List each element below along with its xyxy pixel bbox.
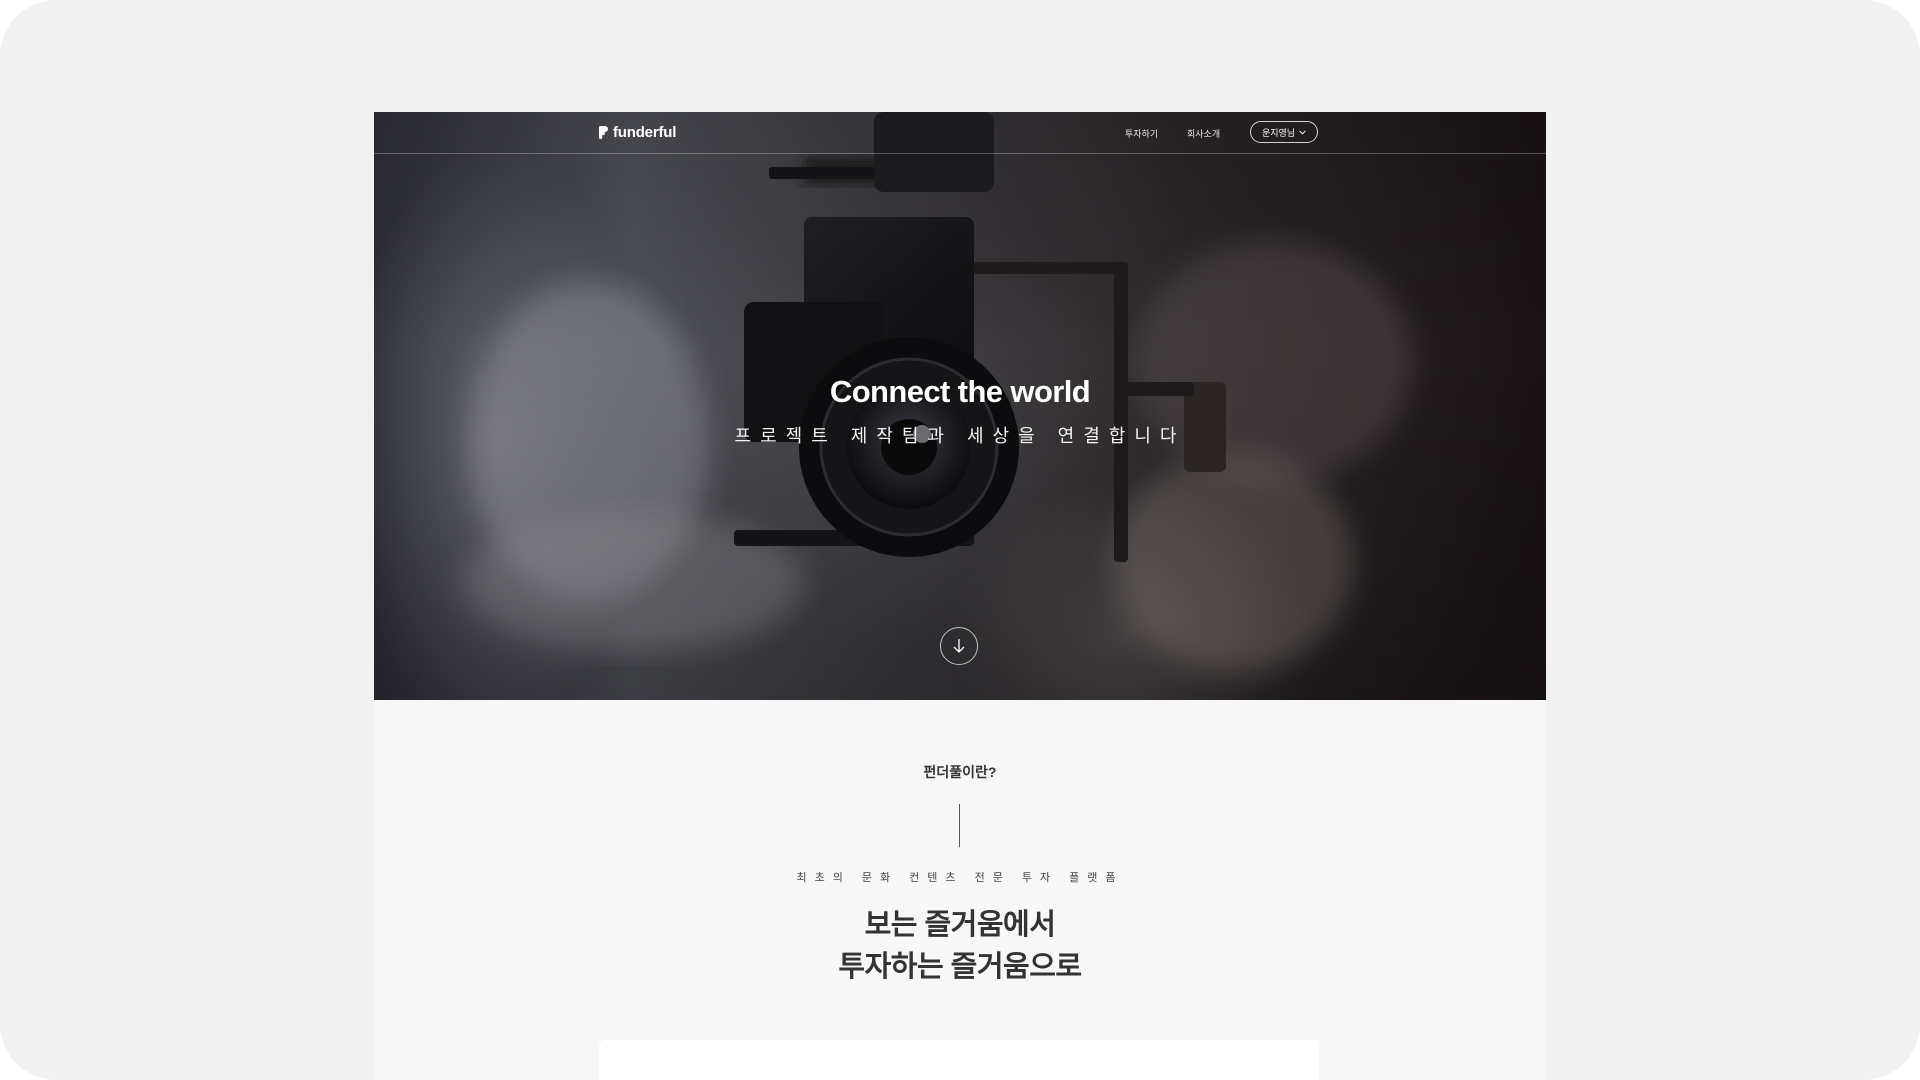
- window-frame: funderful 투자하기 회사소개 운지영님 Connect the wor…: [0, 0, 1920, 1080]
- top-navigation: funderful 투자하기 회사소개 운지영님: [374, 112, 1546, 154]
- intro-tagline: 최초의 문화 컨텐츠 전문 투자 플랫폼: [796, 872, 1124, 884]
- hero-title: Connect the world: [829, 374, 1091, 409]
- nav-link-invest[interactable]: 투자하기: [1125, 127, 1158, 140]
- user-menu-label: 운지영님: [1261, 127, 1296, 138]
- intro-label: 펀더풀이란?: [923, 764, 997, 780]
- nav-link-about[interactable]: 회사소개: [1187, 127, 1220, 140]
- chevron-down-icon: [1299, 129, 1306, 135]
- scroll-down-button[interactable]: [940, 627, 978, 665]
- hero-section: funderful 투자하기 회사소개 운지영님 Connect the wor…: [374, 112, 1546, 700]
- funderful-logo-icon: [599, 126, 608, 139]
- intro-heading-line2: 투자하는 즐거움으로: [838, 951, 1082, 983]
- logo[interactable]: funderful: [599, 124, 676, 141]
- intro-divider: [959, 804, 960, 847]
- intro-card: [599, 1040, 1319, 1080]
- intro-heading: 보는 즐거움에서 투자하는 즐거움으로: [374, 904, 1546, 988]
- arrow-down-icon: [953, 639, 965, 653]
- user-menu-button[interactable]: 운지영님: [1250, 121, 1318, 143]
- hero-subtitle: 프로젝트 제작팀과 세상을 연결합니다: [734, 426, 1186, 446]
- page-preview: funderful 투자하기 회사소개 운지영님 Connect the wor…: [374, 112, 1546, 1080]
- logo-text: funderful: [613, 124, 677, 141]
- intro-heading-line1: 보는 즐거움에서: [864, 909, 1056, 941]
